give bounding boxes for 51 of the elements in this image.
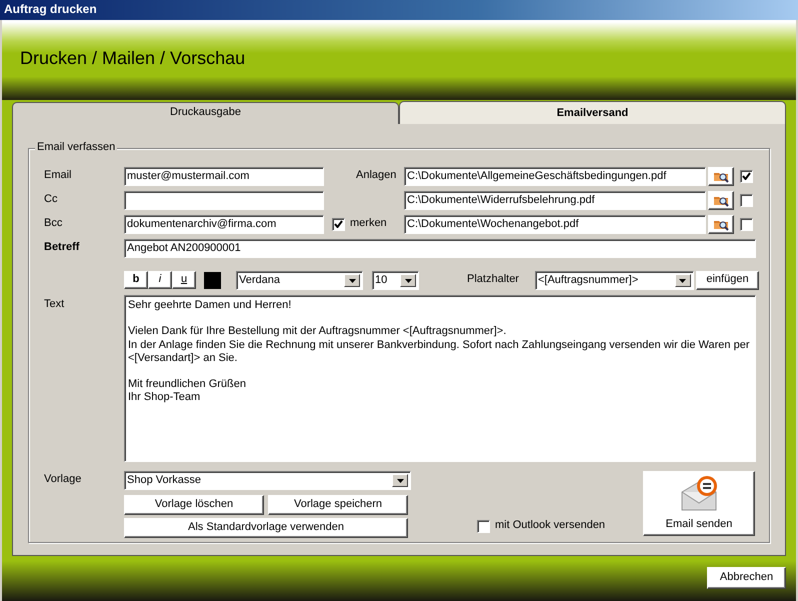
attachment-path-field[interactable]: C:\Dokumente\AllgemeineGeschäftsbedingungen.pdf <box>404 166 706 186</box>
template-select[interactable]: Shop Vorkasse <box>124 471 411 490</box>
placeholder-select[interactable]: <[Auftragsnummer]> <box>534 270 694 290</box>
default-template-button[interactable]: Als Standardvorlage verwenden <box>124 518 408 538</box>
font-select[interactable]: Verdana <box>236 270 363 290</box>
color-swatch-icon[interactable] <box>204 272 221 288</box>
subject-field[interactable]: Angebot AN200900001 <box>124 238 756 258</box>
subject-label: Betreff <box>44 241 80 255</box>
cancel-button[interactable]: Abbrechen <box>707 567 786 589</box>
attachment-path-field[interactable]: C:\Dokumente\Wochenangebot.pdf <box>404 214 706 234</box>
insert-button[interactable]: einfügen <box>696 270 759 290</box>
text-label: Text <box>44 298 66 312</box>
attachment-checkbox[interactable] <box>740 194 753 206</box>
template-label: Vorlage <box>44 473 82 487</box>
dropdown-arrow-icon <box>396 477 404 484</box>
window-title: Auftrag drucken <box>4 2 97 16</box>
italic-button[interactable]: i <box>148 271 172 289</box>
outlook-checkbox[interactable] <box>477 520 490 532</box>
field-label: Email <box>44 169 73 183</box>
delete-template-button[interactable]: Vorlage löschen <box>124 495 264 515</box>
bold-button[interactable]: b <box>124 271 148 289</box>
font-size-select[interactable]: 10 <box>372 270 419 290</box>
header-title: Drucken / Mailen / Vorschau <box>20 48 246 68</box>
input-field[interactable]: dokumentenarchiv@firma.com <box>124 214 324 234</box>
check-icon <box>742 172 751 180</box>
tab[interactable]: Emailversand <box>399 101 786 124</box>
underline-button[interactable]: u <box>172 271 196 289</box>
dropdown-arrow-icon <box>348 276 356 284</box>
message-text-area[interactable]: Sehr geehrte Damen und Herren! Vielen Dank für Ihre Bestellung mit der Auftragsnummer <[Auftragsnummer]>. In der Anlage finden Sie die Rechnung mit unserer Bankverbindung. Sofort nach Zahlungseingang versenden wir die Waren per <[Versandart]> an Sie. Mit freundlichen Grüßen Ihr Shop-Team <box>124 295 756 462</box>
send-email-button[interactable]: Email senden <box>643 471 755 536</box>
field-label: Cc <box>44 193 58 207</box>
field-label: Bcc <box>44 217 64 231</box>
check-icon <box>334 220 343 228</box>
input-field[interactable] <box>124 190 324 210</box>
browse-button[interactable] <box>708 166 734 186</box>
dropdown-arrow-icon <box>678 276 688 284</box>
browse-button[interactable] <box>708 190 734 210</box>
checkbox-label: mit Outlook versenden <box>495 519 606 533</box>
save-template-button[interactable]: Vorlage speichern <box>268 495 408 515</box>
attachment-checkbox[interactable] <box>740 218 753 230</box>
remember-checkbox[interactable] <box>332 218 345 230</box>
tab[interactable]: Druckausgabe <box>12 102 399 124</box>
browse-button[interactable] <box>708 214 734 234</box>
email-send-icon <box>679 474 719 512</box>
input-field[interactable]: muster@mustermail.com <box>124 166 324 186</box>
placeholder-label: Platzhalter <box>467 273 519 287</box>
dropdown-arrow-icon <box>404 276 412 284</box>
attachment-path-field[interactable]: C:\Dokumente\Widerrufsbelehrung.pdf <box>404 190 706 210</box>
checkbox-label: merken <box>350 217 387 231</box>
attachments-label: Anlagen <box>356 169 396 183</box>
attachment-checkbox[interactable] <box>740 170 753 182</box>
